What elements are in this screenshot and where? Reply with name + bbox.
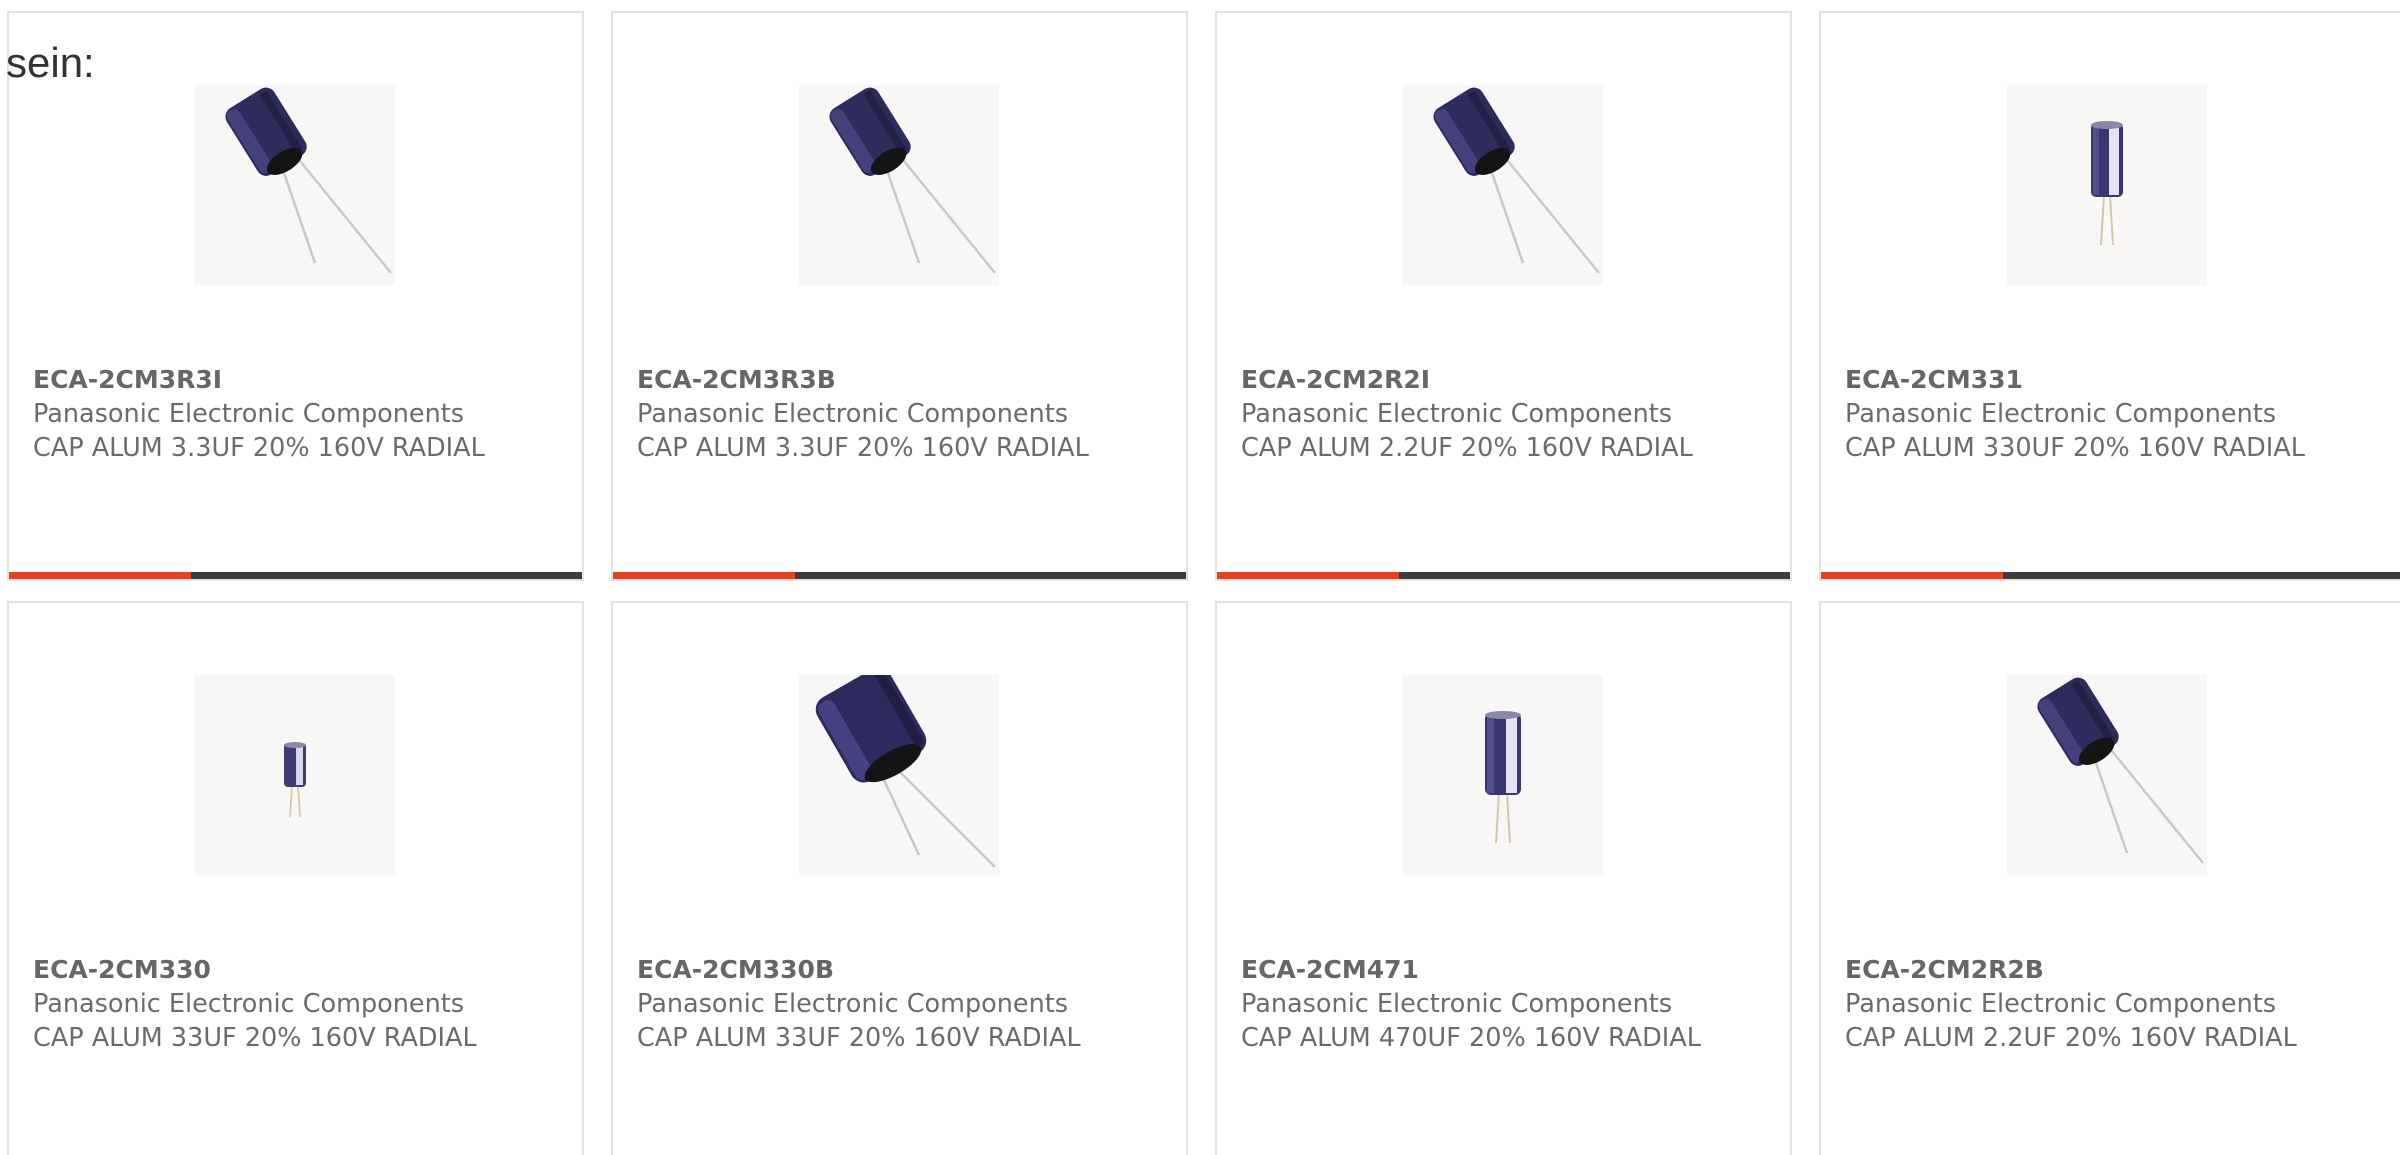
product-image[interactable] xyxy=(799,675,999,875)
manufacturer: Panasonic Electronic Components xyxy=(33,989,465,1019)
card-accent-bar xyxy=(1821,572,2400,579)
part-number[interactable]: ECA-2CM330B xyxy=(637,953,1162,987)
product-image[interactable] xyxy=(2007,85,2207,285)
card-accent-bar xyxy=(1217,572,1790,579)
capacitor-angled-large-icon xyxy=(815,675,996,868)
description: CAP ALUM 3.3UF 20% 160V RADIAL xyxy=(33,433,485,463)
product-card[interactable]: ECA-2CM471 Panasonic Electronic Componen… xyxy=(1215,601,1792,1155)
product-card[interactable]: ECA-2CM330 Panasonic Electronic Componen… xyxy=(7,601,584,1155)
part-number[interactable]: ECA-2CM2R2B xyxy=(1845,953,2376,987)
product-card[interactable]: ECA-2CM3R3B Panasonic Electronic Compone… xyxy=(611,11,1188,581)
description: CAP ALUM 3.3UF 20% 160V RADIAL xyxy=(637,433,1089,463)
part-number[interactable]: ECA-2CM471 xyxy=(1241,953,1766,987)
card-accent-segment xyxy=(613,572,795,579)
part-number[interactable]: ECA-2CM3R3I xyxy=(33,363,558,397)
product-card[interactable]: ECA-2CM2R2I Panasonic Electronic Compone… xyxy=(1215,11,1792,581)
product-card[interactable]: ECA-2CM2R2B Panasonic Electronic Compone… xyxy=(1819,601,2400,1155)
card-accent-bar xyxy=(9,572,582,579)
part-number[interactable]: ECA-2CM331 xyxy=(1845,363,2376,397)
description: CAP ALUM 33UF 20% 160V RADIAL xyxy=(637,1023,1081,1053)
description: CAP ALUM 33UF 20% 160V RADIAL xyxy=(33,1023,477,1053)
manufacturer: Panasonic Electronic Components xyxy=(637,989,1069,1019)
card-accent-segment xyxy=(1821,572,2003,579)
product-image[interactable] xyxy=(1403,675,1603,875)
intro-text: sein: xyxy=(6,39,95,86)
part-number[interactable]: ECA-2CM3R3B xyxy=(637,363,1162,397)
product-image[interactable] xyxy=(195,675,395,875)
description: CAP ALUM 330UF 20% 160V RADIAL xyxy=(1845,433,2305,463)
capacitor-upright-icon xyxy=(2091,121,2123,246)
card-accent-segment xyxy=(1217,572,1399,579)
capacitor-angled-icon xyxy=(829,87,996,274)
manufacturer: Panasonic Electronic Components xyxy=(1845,989,2277,1019)
manufacturer: Panasonic Electronic Components xyxy=(33,399,465,429)
manufacturer: Panasonic Electronic Components xyxy=(637,399,1069,429)
product-image[interactable] xyxy=(195,85,395,285)
capacitor-angled-icon xyxy=(1433,87,1600,274)
product-grid-page: sein: ECA-2CM3R3I Panasonic Electronic C… xyxy=(0,0,2400,1155)
capacitor-upright-small-icon xyxy=(284,742,306,818)
manufacturer: Panasonic Electronic Components xyxy=(1241,989,1673,1019)
product-image[interactable] xyxy=(1403,85,1603,285)
product-image[interactable] xyxy=(2007,675,2207,875)
product-card[interactable]: ECA-2CM331 Panasonic Electronic Componen… xyxy=(1819,11,2400,581)
description: CAP ALUM 2.2UF 20% 160V RADIAL xyxy=(1241,433,1693,463)
manufacturer: Panasonic Electronic Components xyxy=(1241,399,1673,429)
capacitor-angled-icon xyxy=(225,87,392,274)
description: CAP ALUM 2.2UF 20% 160V RADIAL xyxy=(1845,1023,2297,1053)
manufacturer: Panasonic Electronic Components xyxy=(1845,399,2277,429)
capacitor-angled-icon xyxy=(2037,677,2204,864)
part-number[interactable]: ECA-2CM2R2I xyxy=(1241,363,1766,397)
card-accent-segment xyxy=(9,572,191,579)
description: CAP ALUM 470UF 20% 160V RADIAL xyxy=(1241,1023,1701,1053)
product-image[interactable] xyxy=(799,85,999,285)
part-number[interactable]: ECA-2CM330 xyxy=(33,953,558,987)
product-card[interactable]: ECA-2CM3R3I Panasonic Electronic Compone… xyxy=(7,11,584,581)
product-card[interactable]: ECA-2CM330B Panasonic Electronic Compone… xyxy=(611,601,1188,1155)
capacitor-upright-icon xyxy=(1485,711,1521,844)
card-accent-bar xyxy=(613,572,1186,579)
